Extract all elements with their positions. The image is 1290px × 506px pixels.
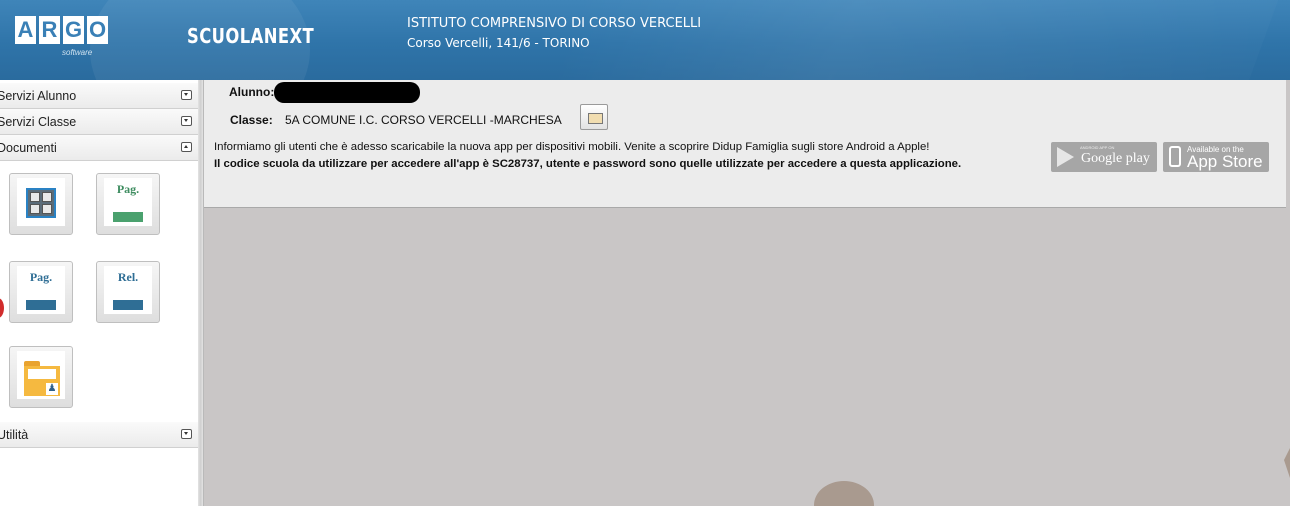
main-workspace: Alunno: Classe: 5A COMUNE I.C. CORSO VER… [204, 80, 1290, 506]
pagella-icon [113, 212, 143, 222]
section-documenti[interactable]: Documenti [0, 135, 198, 161]
tile-pagella-2[interactable]: Pag. [9, 261, 73, 323]
tile-pagella-1[interactable]: Pag. [96, 173, 160, 235]
document-grid-icon [26, 188, 56, 218]
student-info-panel: Alunno: Classe: 5A COMUNE I.C. CORSO VER… [204, 80, 1286, 208]
tile-documenti-bacheca[interactable] [9, 173, 73, 235]
tile-label: Pag. [116, 182, 140, 196]
change-class-button[interactable] [580, 104, 608, 130]
tile-documenti-alunno[interactable]: ♟ [9, 346, 73, 408]
product-name: SCUOLANEXT [187, 24, 315, 48]
expand-icon[interactable] [181, 116, 192, 126]
tile-relazione[interactable]: Rel. [96, 261, 160, 323]
school-address: Corso Vercelli, 141/6 - TORINO [407, 36, 590, 50]
app-store-badge[interactable]: Available on the App Store [1163, 142, 1269, 172]
alunno-label: Alunno: [229, 85, 275, 99]
logo-subtitle: software [62, 48, 93, 57]
app-notice-line2: Il codice scuola da utilizzare per acced… [214, 158, 962, 170]
phone-icon [1169, 146, 1181, 167]
section-utilita[interactable]: Utilità [0, 422, 198, 448]
pagella-icon [26, 300, 56, 310]
relazione-icon [113, 300, 143, 310]
card-icon [588, 113, 603, 124]
classe-label: Classe: [230, 113, 273, 127]
background-decoration [1284, 448, 1290, 478]
section-servizi-alunno[interactable]: Servizi Alunno [0, 83, 198, 109]
folder-user-icon: ♟ [24, 361, 60, 397]
redacted-student-name [274, 82, 420, 103]
app-notice-line1: Informiamo gli utenti che è adesso scari… [214, 141, 930, 153]
expand-icon[interactable] [181, 90, 192, 100]
school-name: ISTITUTO COMPRENSIVO DI CORSO VERCELLI [407, 16, 702, 31]
tile-label: Rel. [117, 270, 139, 284]
collapse-icon[interactable] [181, 142, 192, 152]
play-icon [1057, 147, 1074, 167]
google-play-badge[interactable]: ANDROID APP ON Google play [1051, 142, 1157, 172]
section-servizi-classe[interactable]: Servizi Classe [0, 109, 198, 135]
app-header: ARGO software SCUOLANEXT ISTITUTO COMPRE… [0, 0, 1290, 80]
classe-value: 5A COMUNE I.C. CORSO VERCELLI -MARCHESA [285, 113, 562, 127]
sidebar: Servizi Alunno Servizi Classe Documenti … [0, 80, 199, 506]
background-decoration-2 [814, 481, 874, 506]
expand-icon[interactable] [181, 429, 192, 439]
tile-label: Pag. [29, 270, 53, 284]
argo-logo: ARGO [15, 16, 108, 44]
